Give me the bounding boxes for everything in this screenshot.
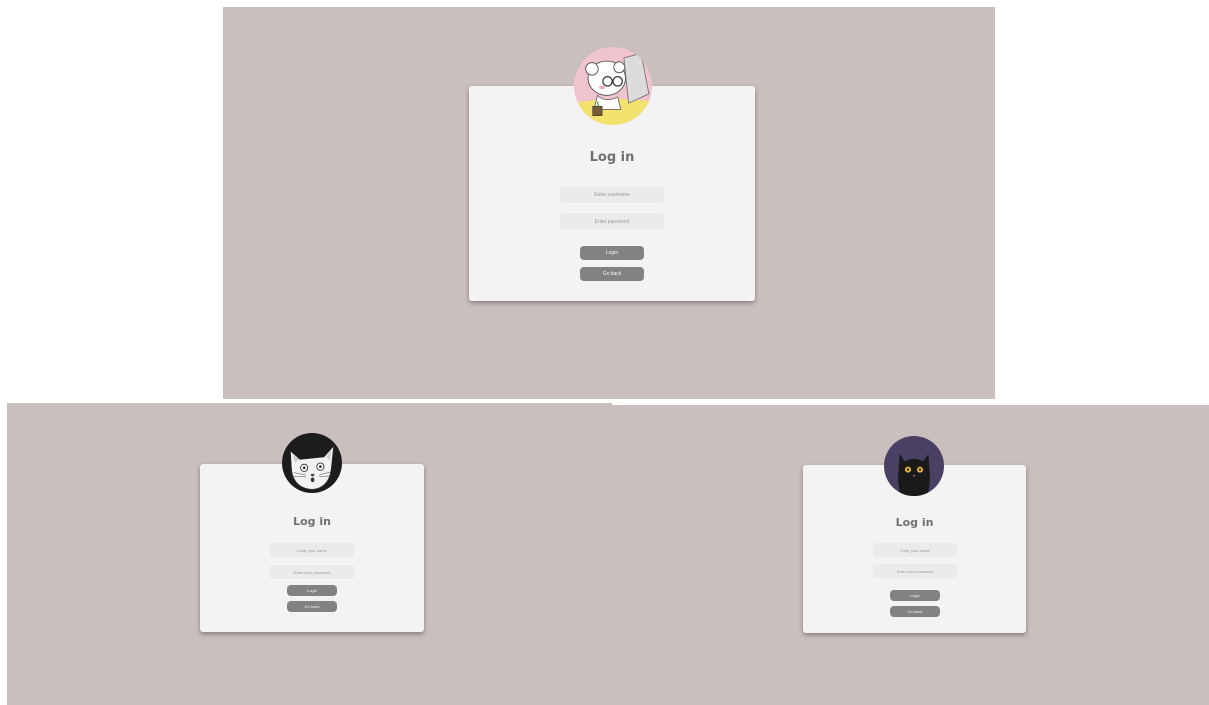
username-input[interactable]: Enter username [560, 186, 664, 203]
login-screen-top: Log in Enter username Enter password Log… [223, 7, 995, 399]
password-input[interactable]: Enter password [560, 213, 664, 230]
username-input[interactable]: Enter your name [873, 543, 957, 557]
login-title: Log in [895, 516, 934, 529]
login-title: Log in [589, 150, 635, 165]
login-screen-right: Log in Enter your name Enter your passwo… [612, 405, 1209, 705]
login-button[interactable]: Login [580, 246, 644, 260]
black-cat-avatar-icon-graphic [884, 436, 944, 496]
login-title: Log in [293, 515, 331, 528]
girl-at-laptop-avatar-icon-graphic [574, 47, 652, 125]
password-input[interactable]: Enter your password [270, 565, 354, 579]
login-screen-left: Log in Enter your name Enter your passwo… [7, 403, 612, 705]
username-input[interactable]: Enter your name [270, 543, 354, 557]
go-back-button[interactable]: Go back [580, 267, 644, 281]
password-input[interactable]: Enter your password [873, 564, 957, 578]
girl-at-laptop-avatar-icon [574, 47, 652, 125]
black-cat-avatar-icon [884, 436, 944, 496]
surprised-white-cat-avatar-icon [282, 433, 342, 493]
go-back-button[interactable]: Go back [890, 606, 940, 617]
surprised-white-cat-avatar-icon-graphic [282, 433, 342, 493]
go-back-button[interactable]: Go back [287, 601, 337, 612]
login-button[interactable]: Login [287, 585, 337, 596]
login-button[interactable]: Login [890, 590, 940, 601]
